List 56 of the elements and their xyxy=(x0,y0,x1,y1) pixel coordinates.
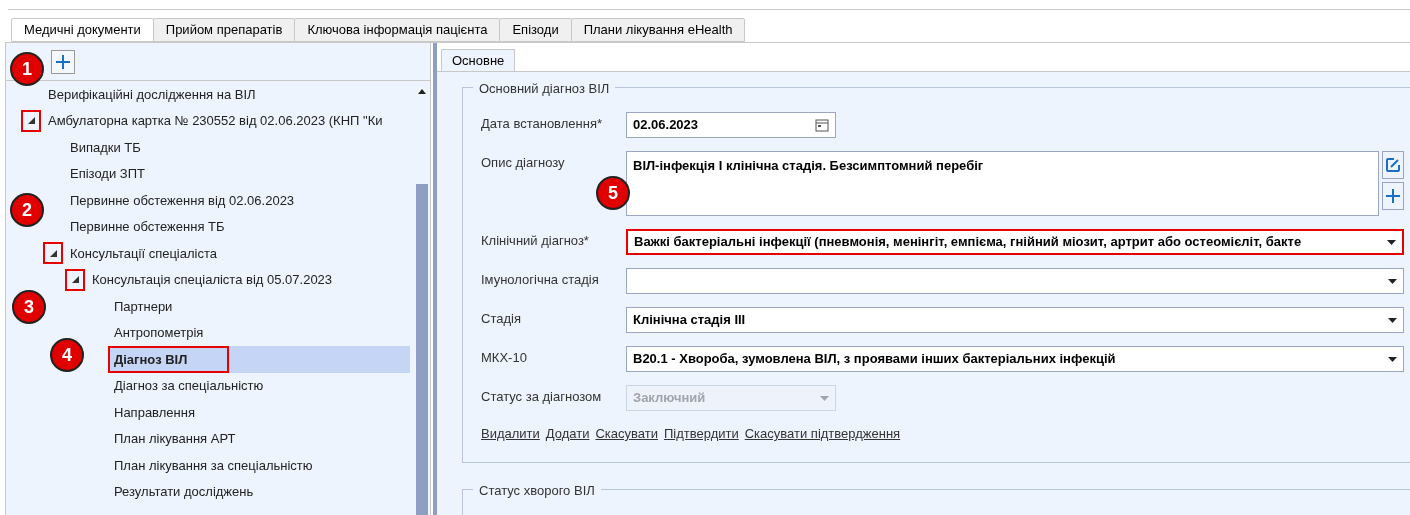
plus-icon xyxy=(1386,189,1400,203)
dropdown-arrow-icon xyxy=(1388,278,1397,284)
field-label: МКХ-10 xyxy=(481,349,528,367)
field-label: Статус за діагнозом xyxy=(481,388,603,406)
tree-item[interactable]: Діагноз за спеціальністю xyxy=(108,372,270,400)
add-button[interactable] xyxy=(51,49,75,74)
date-field[interactable]: 02.06.2023 xyxy=(626,112,836,138)
tab[interactable]: Ключова інформація пацієнта xyxy=(294,18,501,42)
description-field[interactable]: ВІЛ-інфекція І клінічна стадія. Безсимптомний перебіг xyxy=(626,151,1379,216)
tree-item[interactable]: Партнери xyxy=(108,292,179,320)
tree-item[interactable]: Консультація спеціаліста від 05.07.2023 xyxy=(86,266,339,294)
dropdown-arrow-icon xyxy=(820,395,829,401)
action-link[interactable]: Скасувати xyxy=(595,424,658,444)
dropdown-arrow-icon xyxy=(1387,239,1396,245)
plus-icon xyxy=(56,54,70,69)
field-label: Імунологічна стадія xyxy=(481,271,600,289)
tree-item[interactable]: Діагноз ВІЛ xyxy=(108,345,230,373)
tab[interactable]: Медичні документи xyxy=(11,18,154,42)
field-label: Клінічний діагноз* xyxy=(481,232,590,250)
tree-item[interactable]: Випадки ТБ xyxy=(64,133,147,161)
action-link[interactable]: Скасувати підтвердження xyxy=(744,424,901,444)
expander[interactable] xyxy=(43,242,63,265)
dropdown[interactable]: B20.1 - Хвороба, зумовлена ВІЛ, з проявами інших бактеріальних інфекцій xyxy=(626,346,1404,372)
tree-item[interactable]: План лікування за спеціальністю xyxy=(108,451,319,479)
calendar-icon xyxy=(815,118,829,132)
expander[interactable] xyxy=(21,109,41,132)
dropdown-arrow-icon xyxy=(1388,317,1397,323)
tree-item[interactable]: Антропометрія xyxy=(108,319,210,347)
tree-item[interactable]: Епізоди ЗПТ xyxy=(64,160,151,188)
expander[interactable] xyxy=(65,268,85,291)
tab[interactable]: Основне xyxy=(441,49,516,71)
edit-button[interactable] xyxy=(1382,151,1404,179)
tree-item[interactable]: Амбулаторна картка № 230552 від 02.06.2023 (КНП "Ки xyxy=(42,107,389,135)
dropdown[interactable]: Клінічна стадія III xyxy=(626,307,1404,333)
tree-item[interactable]: Первинне обстеження ТБ xyxy=(64,213,231,241)
dropdown[interactable] xyxy=(626,268,1404,294)
tree-item[interactable]: Результати досліджень xyxy=(108,478,260,506)
tree-item[interactable]: Первинне обстеження від 02.06.2023 xyxy=(64,186,301,214)
dropdown-arrow-icon xyxy=(1388,356,1397,362)
add-button[interactable] xyxy=(1382,182,1404,210)
action-link[interactable]: Підтвердити xyxy=(663,424,739,444)
tree-item[interactable]: Направлення xyxy=(108,398,201,426)
action-link[interactable]: Додати xyxy=(545,424,590,444)
tree-item[interactable]: Верифікаційні дослідження на ВІЛ xyxy=(42,81,262,108)
tab[interactable]: Плани лікування eHealth xyxy=(570,18,746,42)
dropdown[interactable]: Важкі бактеріальні інфекції (пневмонія, менінгіт, емпієма, гнійний міозит, артрит або остеомієліт, бакте xyxy=(626,229,1404,255)
tab[interactable]: Прийом препаратів xyxy=(152,18,296,42)
field-label: Стадія xyxy=(481,310,522,328)
tree-item[interactable]: План лікування АРТ xyxy=(108,425,242,453)
action-link[interactable]: Видалити xyxy=(481,424,540,444)
tab[interactable]: Епізоди xyxy=(499,18,572,42)
edit-icon xyxy=(1386,158,1400,172)
field-label: Опис діагнозу xyxy=(481,154,566,172)
tree-item[interactable]: Консультації спеціаліста xyxy=(64,239,223,267)
field-label: Дата встановлення* xyxy=(481,115,603,133)
scroll-up-icon xyxy=(418,89,426,94)
